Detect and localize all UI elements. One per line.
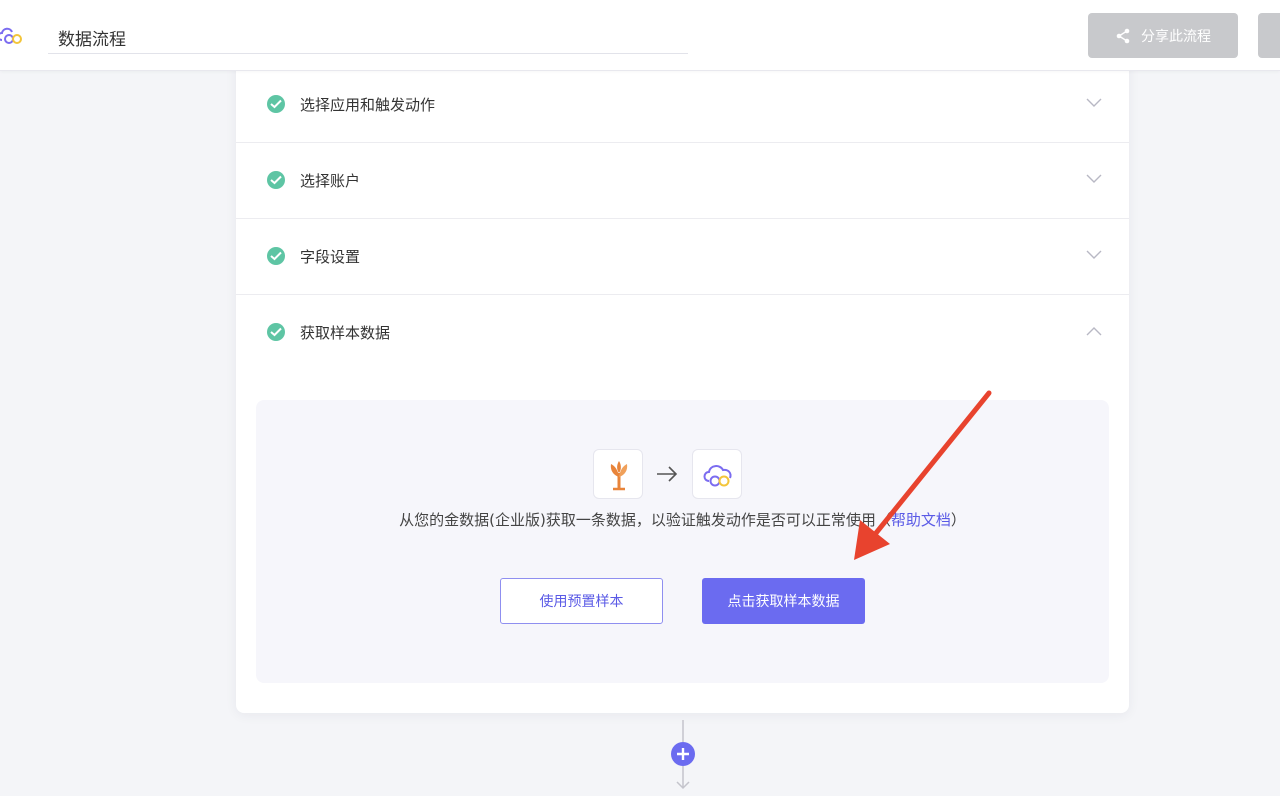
help-paren-open: （ xyxy=(875,511,891,529)
flow-title[interactable]: 数据流程 xyxy=(58,25,126,50)
step-field-settings[interactable]: 字段设置 xyxy=(236,219,1129,295)
sample-description: 从您的金数据(企业版)获取一条数据，以验证触发动作是否可以正常使用（帮助文档） xyxy=(256,509,1109,530)
step-select-app-trigger[interactable]: 选择应用和触发动作 xyxy=(236,67,1129,143)
check-circle-icon xyxy=(267,323,285,341)
step-label: 选择应用和触发动作 xyxy=(300,96,436,114)
check-circle-icon xyxy=(267,95,285,113)
step-fetch-sample-data[interactable]: 获取样本数据 xyxy=(236,295,1129,371)
target-app-tile xyxy=(692,449,742,499)
sample-data-panel: 从您的金数据(企业版)获取一条数据，以验证触发动作是否可以正常使用（帮助文档） … xyxy=(256,400,1109,683)
step-label: 选择账户 xyxy=(300,172,361,190)
trigger-config-card: 选择应用和触发动作 选择账户 字段设置 获取样本数据 从您的金数据(企业版)获取… xyxy=(236,50,1129,713)
check-circle-icon xyxy=(267,247,285,265)
app-logo-icon xyxy=(0,27,22,44)
top-bar: 数据流程 分享此流程 xyxy=(0,0,1280,71)
fetch-sample-data-button[interactable]: 点击获取样本数据 xyxy=(702,578,865,624)
step-label: 字段设置 xyxy=(300,248,361,266)
step-select-account[interactable]: 选择账户 xyxy=(236,143,1129,219)
jinshuju-tree-icon xyxy=(610,461,628,491)
flow-title-field[interactable]: 数据流程 xyxy=(48,16,688,54)
sample-description-text: 从您的金数据(企业版)获取一条数据，以验证触发动作是否可以正常使用 xyxy=(399,511,876,529)
chevron-down-icon[interactable] xyxy=(1086,98,1102,108)
help-doc-link[interactable]: 帮助文档 xyxy=(891,511,951,529)
step-label: 获取样本数据 xyxy=(300,324,391,342)
use-preset-sample-button[interactable]: 使用预置样本 xyxy=(500,578,663,624)
arrow-right-icon xyxy=(657,466,678,482)
source-app-tile xyxy=(593,449,643,499)
chevron-down-icon[interactable] xyxy=(1086,174,1102,184)
add-step-connector xyxy=(671,720,695,790)
help-paren-close: ） xyxy=(950,511,966,529)
share-flow-label: 分享此流程 xyxy=(1141,28,1211,45)
toolbar-button-partial[interactable] xyxy=(1258,13,1280,58)
cloud-infinity-logo-icon xyxy=(703,465,732,487)
share-flow-button[interactable]: 分享此流程 xyxy=(1088,13,1238,58)
chevron-up-icon[interactable] xyxy=(1086,326,1102,336)
check-circle-icon xyxy=(267,171,285,189)
share-icon xyxy=(1116,28,1130,43)
add-step-plus-icon[interactable] xyxy=(671,742,695,766)
chevron-down-icon[interactable] xyxy=(1086,250,1102,260)
